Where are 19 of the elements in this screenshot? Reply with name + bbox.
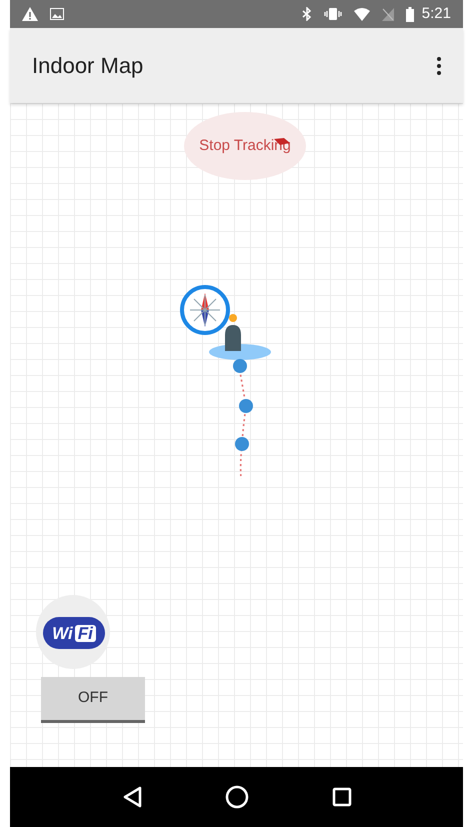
no-signal-icon [382, 8, 394, 20]
route-point [233, 359, 247, 373]
recents-icon[interactable] [332, 787, 352, 807]
home-icon[interactable] [224, 785, 248, 809]
bluetooth-icon [302, 7, 312, 21]
vibrate-icon [324, 7, 342, 21]
battery-icon [406, 6, 414, 22]
wifi-logo[interactable]: Wi Fi [43, 617, 105, 649]
route-point [235, 437, 249, 451]
compass-icon [180, 285, 230, 335]
image-icon [50, 8, 64, 20]
wifi-signal-icon [354, 8, 370, 20]
person-icon [225, 314, 241, 351]
clock: 5:21 [422, 4, 451, 24]
warning-icon [22, 7, 38, 21]
back-icon[interactable] [122, 786, 142, 808]
route-point [239, 399, 253, 413]
app-title: Indoor Map [32, 52, 144, 80]
wifi-toggle-button[interactable]: OFF [41, 677, 145, 723]
